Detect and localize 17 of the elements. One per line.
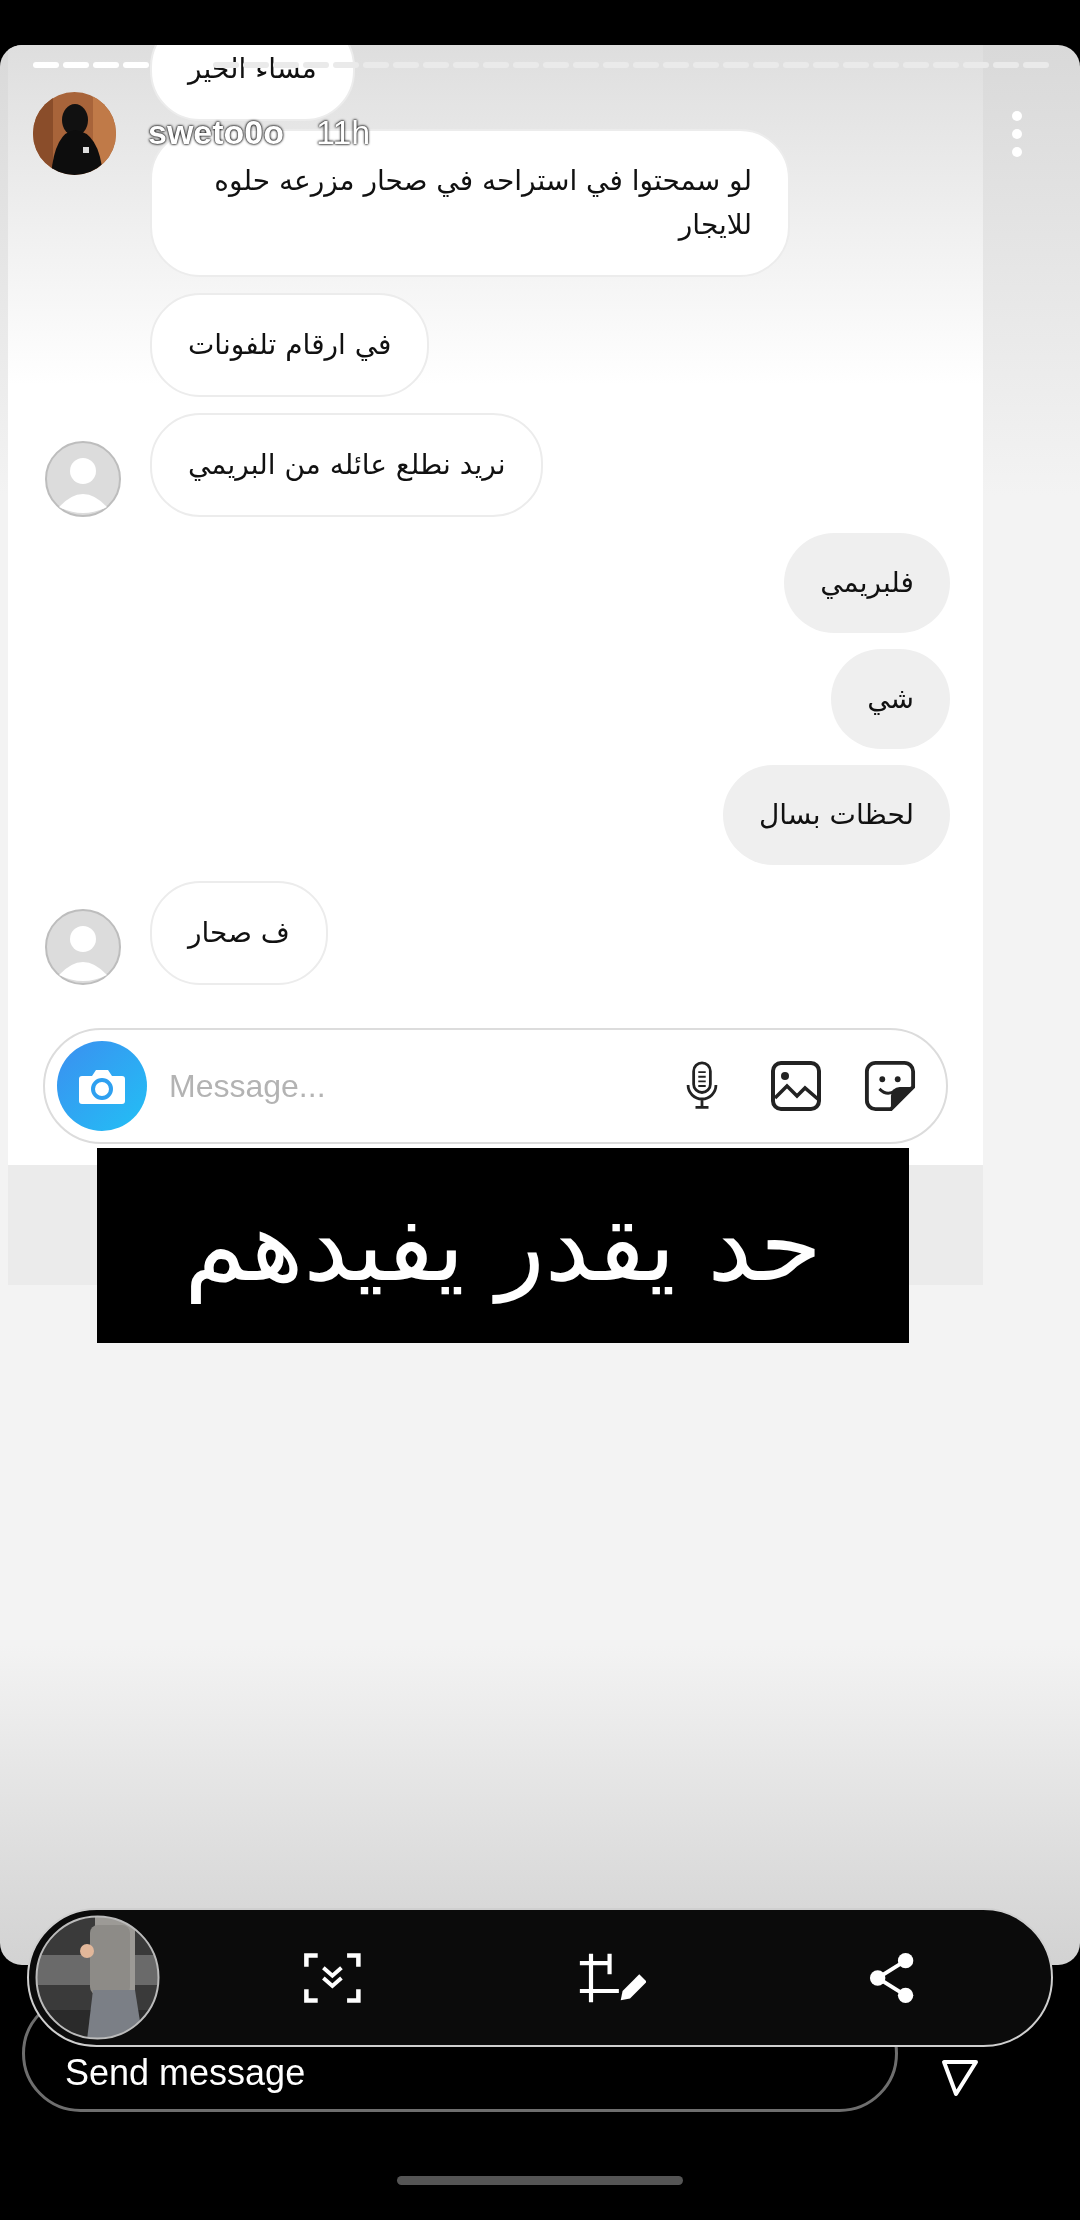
share-icon[interactable] [868, 1951, 916, 2004]
caption-text: حد يقدر يفيدهم [97, 1148, 909, 1343]
message-bubble: فلبريمي [784, 533, 950, 633]
message-bubble: شي [831, 649, 950, 749]
message-bubble: لحظات بسال [723, 765, 950, 865]
scroll-capture-icon[interactable] [302, 1951, 362, 2004]
message-input[interactable]: Message... [167, 1066, 634, 1106]
crop-pencil-icon[interactable] [577, 1951, 647, 2004]
message-bubble: نريد نطلع عائله من البريمي [150, 413, 544, 517]
avatar-icon [45, 909, 121, 985]
image-icon[interactable] [770, 1060, 822, 1112]
avatar-icon [45, 441, 121, 517]
message-bubble: في ارقام تلفونات [150, 293, 430, 397]
camera-button[interactable] [57, 1041, 147, 1131]
send-icon[interactable] [940, 2058, 980, 2098]
sticker-icon[interactable] [864, 1060, 916, 1112]
message-bubble: ف صحار [150, 881, 328, 985]
